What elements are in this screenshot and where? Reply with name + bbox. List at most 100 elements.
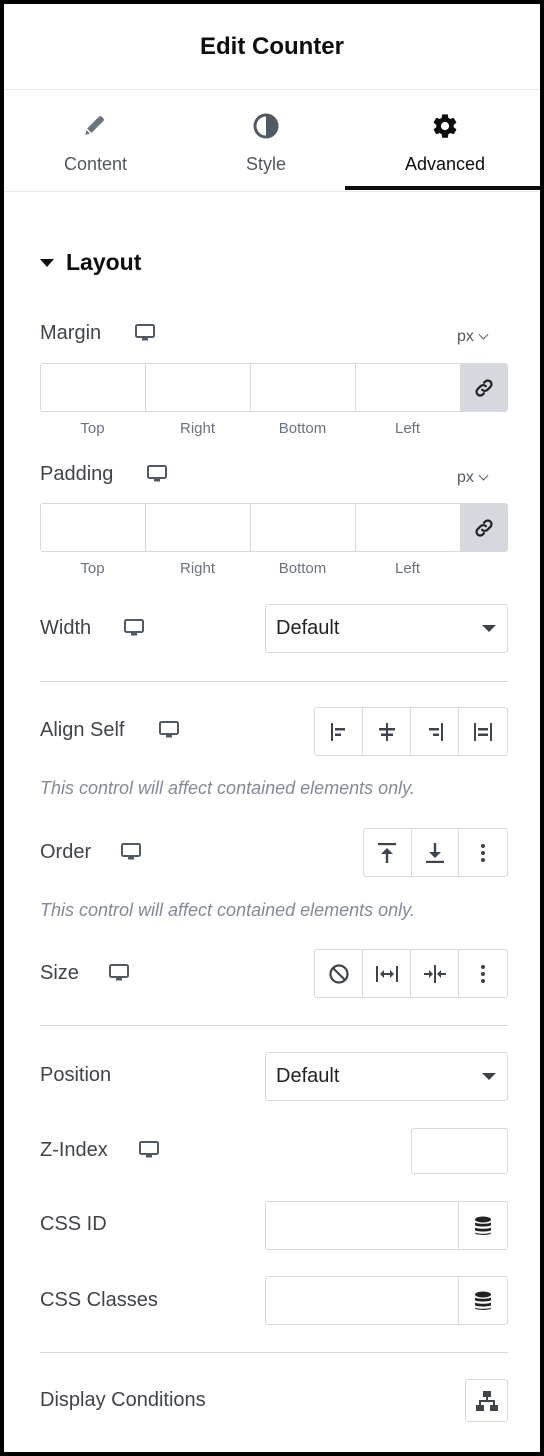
database-icon <box>475 1291 491 1310</box>
position-select-value: Default <box>276 1065 340 1087</box>
arrow-to-top-icon <box>378 842 397 863</box>
desktop-icon[interactable] <box>121 843 141 861</box>
pencil-icon <box>85 116 104 135</box>
size-shrink-button[interactable] <box>411 950 459 997</box>
tab-content-label: Content <box>64 154 128 174</box>
align-self-end-button[interactable] <box>411 708 459 755</box>
link-icon <box>475 378 493 397</box>
section-title: Layout <box>66 249 142 275</box>
arrow-to-bottom-icon <box>426 842 444 863</box>
margin-unit-value: px <box>457 328 474 345</box>
sublabel-top: Top <box>80 560 105 577</box>
edit-panel: Edit Counter Content Style Advanced Layo… <box>0 0 544 1456</box>
tab-content[interactable]: Content <box>45 90 145 192</box>
sublabel-left: Left <box>394 420 421 437</box>
padding-unit-select[interactable]: px <box>457 469 489 487</box>
database-icon <box>475 1216 491 1235</box>
divider <box>40 1025 508 1026</box>
order-more-button[interactable] <box>459 829 507 876</box>
display-conditions-label: Display Conditions <box>40 1389 206 1411</box>
margin-bottom-input[interactable] <box>251 364 356 411</box>
desktop-icon[interactable] <box>139 1141 159 1159</box>
width-label: Width <box>40 617 92 639</box>
align-center-icon <box>378 722 395 741</box>
caret-down-icon <box>40 258 54 267</box>
contrast-icon <box>253 113 279 139</box>
css-classes-input[interactable] <box>266 1277 458 1324</box>
margin-left-input[interactable] <box>356 364 461 411</box>
order-end-button[interactable] <box>412 829 460 876</box>
padding-label: Padding <box>40 463 114 485</box>
tab-style[interactable]: Style <box>216 90 316 192</box>
desktop-icon[interactable] <box>109 964 129 982</box>
align-self-note: This control will affect contained eleme… <box>40 778 415 798</box>
padding-unit-value: px <box>457 469 474 486</box>
margin-right-input[interactable] <box>146 364 251 411</box>
size-none-button[interactable] <box>315 950 363 997</box>
gear-icon <box>433 114 457 138</box>
sublabel-bottom: Bottom <box>278 420 327 437</box>
align-self-label: Align Self <box>40 719 125 741</box>
chevron-down-icon <box>478 470 489 481</box>
panel-title: Edit Counter <box>200 32 344 60</box>
order-start-button[interactable] <box>364 829 412 876</box>
z-index-label: Z-Index <box>40 1139 108 1161</box>
align-self-start-button[interactable] <box>315 708 363 755</box>
z-index-input[interactable] <box>411 1128 508 1174</box>
more-vertical-icon <box>481 964 485 983</box>
sublabel-top: Top <box>80 420 105 437</box>
padding-sublabels: Top Right Bottom Left <box>40 560 460 577</box>
margin-unit-select[interactable]: px <box>457 328 489 346</box>
size-more-button[interactable] <box>459 950 507 997</box>
padding-left-input[interactable] <box>356 504 461 551</box>
dynamic-tags-button[interactable] <box>458 1277 507 1324</box>
size-grow-button[interactable] <box>363 950 411 997</box>
dropdown-arrow-icon <box>482 1073 496 1080</box>
css-id-input[interactable] <box>266 1202 458 1249</box>
size-label: Size <box>40 962 79 984</box>
order-label: Order <box>40 841 92 863</box>
chevron-down-icon <box>478 329 489 340</box>
align-self-center-button[interactable] <box>363 708 411 755</box>
padding-inputs <box>40 503 508 552</box>
css-id-control <box>265 1201 508 1250</box>
section-layout-toggle[interactable]: Layout <box>40 249 141 276</box>
position-select[interactable]: Default <box>265 1052 508 1101</box>
link-icon <box>475 518 493 537</box>
padding-link-button[interactable] <box>461 504 507 551</box>
css-id-label: CSS ID <box>40 1213 107 1235</box>
desktop-icon[interactable] <box>135 324 155 342</box>
padding-right-input[interactable] <box>146 504 251 551</box>
align-self-buttons <box>314 707 508 756</box>
desktop-icon[interactable] <box>159 721 179 739</box>
sublabel-right: Right <box>179 420 216 437</box>
dynamic-tags-button[interactable] <box>458 1202 507 1249</box>
display-conditions-button[interactable] <box>465 1379 508 1422</box>
css-classes-control <box>265 1276 508 1325</box>
margin-sublabels: Top Right Bottom Left <box>40 420 460 437</box>
sublabel-right: Right <box>179 560 216 577</box>
sitemap-icon <box>475 1390 498 1411</box>
dropdown-arrow-icon <box>482 625 496 632</box>
margin-top-input[interactable] <box>41 364 146 411</box>
active-tab-indicator <box>345 186 540 190</box>
width-select[interactable]: Default <box>265 604 508 653</box>
tab-advanced-label: Advanced <box>405 154 486 174</box>
align-start-icon <box>330 722 345 741</box>
desktop-icon[interactable] <box>124 619 144 637</box>
tab-style-label: Style <box>246 154 287 174</box>
margin-link-button[interactable] <box>461 364 507 411</box>
tab-bar: Content Style Advanced <box>4 90 540 192</box>
padding-top-input[interactable] <box>41 504 146 551</box>
desktop-icon[interactable] <box>147 465 167 483</box>
order-note: This control will affect contained eleme… <box>40 900 415 920</box>
width-select-value: Default <box>276 617 340 639</box>
css-classes-label: CSS Classes <box>40 1289 158 1311</box>
sublabel-left: Left <box>394 560 421 577</box>
padding-bottom-input[interactable] <box>251 504 356 551</box>
align-self-stretch-button[interactable] <box>459 708 507 755</box>
tab-advanced[interactable]: Advanced <box>395 90 495 192</box>
size-buttons <box>314 949 508 998</box>
align-end-icon <box>428 722 443 741</box>
panel-header: Edit Counter <box>4 4 540 90</box>
